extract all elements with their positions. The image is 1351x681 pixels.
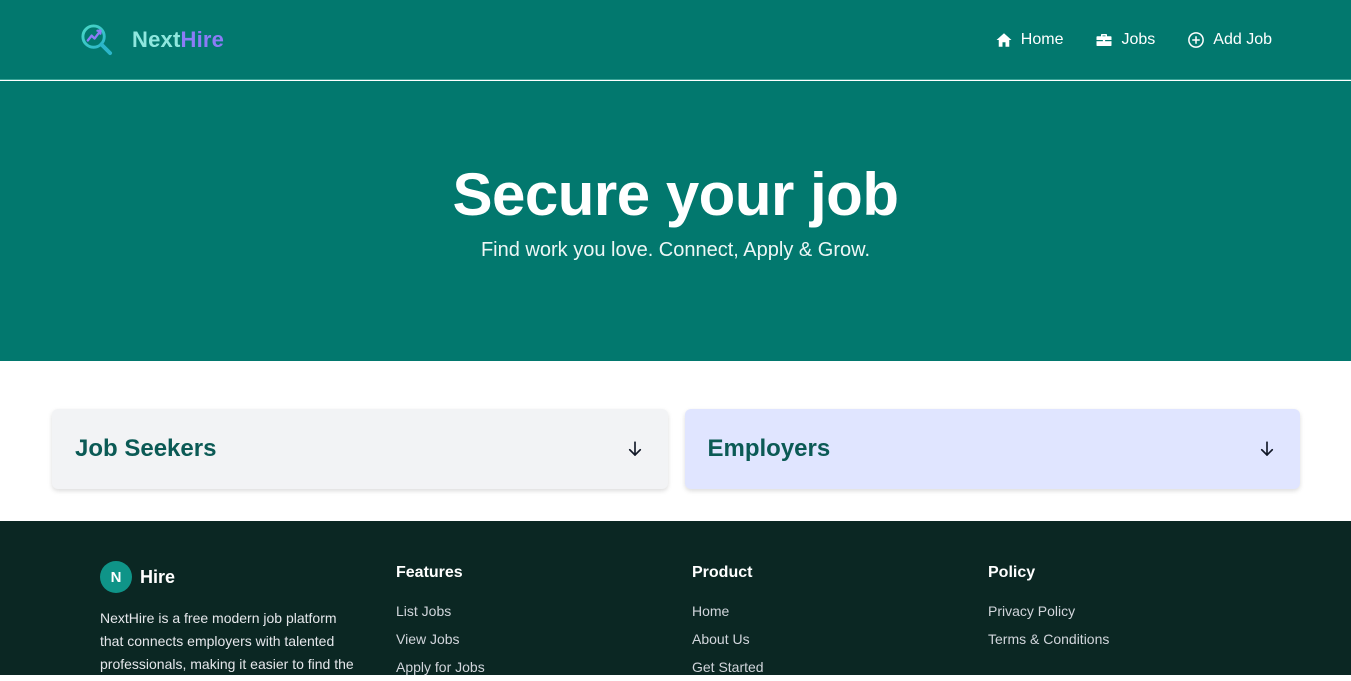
footer-brand-name: Hire [140,566,176,587]
nav-link-label: Home [1020,30,1064,48]
footer-heading: Policy [988,564,1036,581]
brand-name-part2: Hire [180,26,225,52]
arrow-down-icon [628,441,641,456]
footer-brand-row: N Hire [100,561,370,593]
footer-link-get-started[interactable]: Get Started [692,653,764,681]
nav-link-label: Add Job [1213,30,1272,48]
audience-cards: Job Seekers Employers [52,409,1300,489]
footer-logo-badge: N [100,561,132,593]
footer-link-apply-for-jobs[interactable]: Apply for Jobs [396,653,485,681]
plus-circle-icon [1188,31,1205,48]
hero-subtitle: Find work you love. Connect, Apply & Gro… [480,239,871,261]
brand-name: NextHire [132,27,224,53]
footer-heading: Product [692,564,753,581]
employers-card[interactable]: Employers [684,409,1300,489]
footer-links: Privacy Policy Terms & Conditions [988,597,1109,653]
site-footer: N Hire NextHire is a free modern job pla… [0,521,1351,675]
hero-title: Secure your job [452,161,899,228]
footer-link-about-us[interactable]: About Us [692,625,764,653]
footer-heading: Features [396,564,463,581]
nav-link-jobs[interactable]: Jobs [1095,31,1155,49]
footer-links: List Jobs View Jobs Apply for Jobs [396,597,485,681]
footer-col-policy: Policy Privacy Policy Terms & Conditions [988,561,1109,653]
card-title: Job Seekers [75,435,217,462]
footer-brand: N Hire NextHire is a free modern job pla… [100,561,370,676]
footer-col-features: Features List Jobs View Jobs Apply for J… [396,561,485,681]
footer-link-privacy-policy[interactable]: Privacy Policy [988,597,1109,625]
brand-logo-link[interactable]: NextHire [80,23,224,56]
footer-description: NextHire is a free modern job platform t… [100,610,354,672]
arrow-down-icon [1260,441,1274,456]
top-navbar: NextHire Home Jobs Add Job [0,0,1351,80]
briefcase-icon [1096,33,1112,46]
card-title: Employers [707,435,831,462]
footer-col-product: Product Home About Us Get Started [692,561,764,681]
home-icon [996,32,1012,47]
magnifier-chart-icon [81,24,113,56]
hero-section: Secure your job Find work you love. Conn… [0,81,1351,361]
footer-link-list-jobs[interactable]: List Jobs [396,597,485,625]
nav-link-label: Jobs [1121,30,1156,48]
nav-links: Home Jobs Add Job [995,31,1272,49]
job-seekers-card[interactable]: Job Seekers [52,409,668,489]
nav-link-home[interactable]: Home [995,30,1064,49]
footer-link-view-jobs[interactable]: View Jobs [396,625,485,653]
nav-link-add-job[interactable]: Add Job [1187,31,1272,49]
brand-name-part1: Next [132,26,181,52]
footer-link-terms-conditions[interactable]: Terms & Conditions [988,625,1109,653]
footer-link-home[interactable]: Home [692,597,764,625]
footer-links: Home About Us Get Started [692,597,764,681]
